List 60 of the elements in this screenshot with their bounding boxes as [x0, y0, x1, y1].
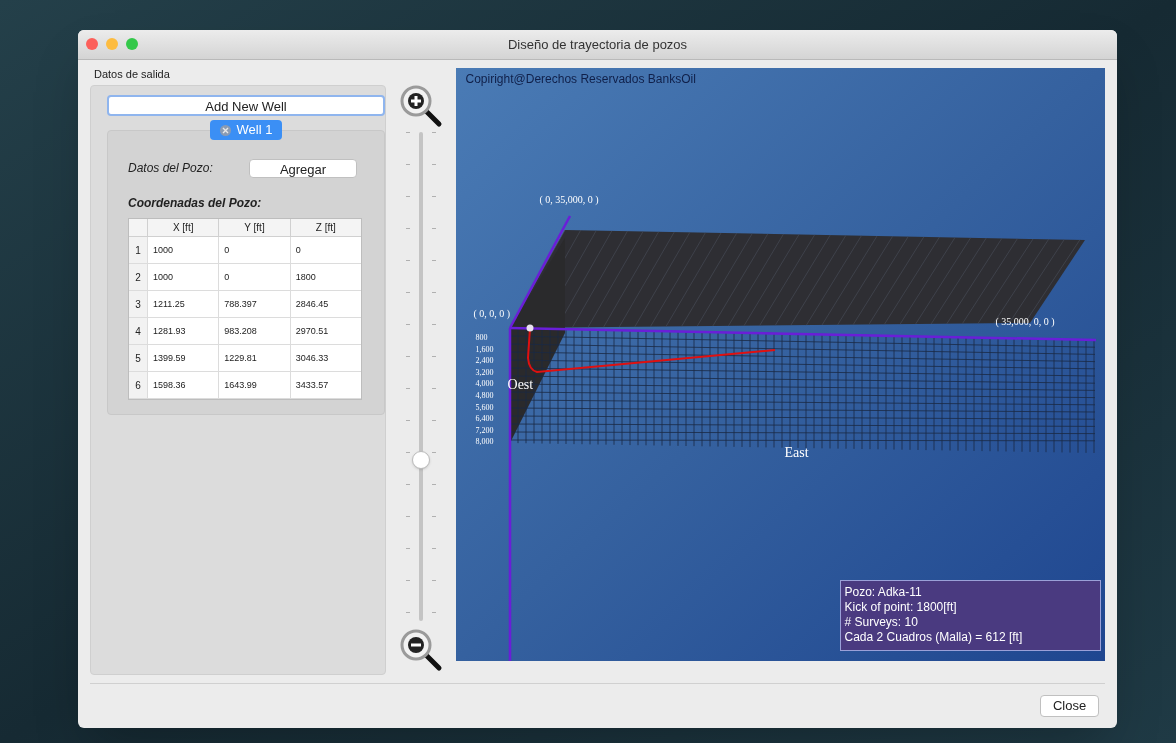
depth-label: 6,400 [475, 413, 494, 425]
window-title: Diseño de trayectoria de pozos [507, 35, 688, 54]
depth-label: 7,200 [475, 424, 494, 437]
table-cell: 0 [218, 264, 290, 290]
zoom-in-icon[interactable] [398, 84, 443, 128]
depth-label: 3,200 [475, 366, 494, 379]
table-cell: 1281.93 [147, 318, 219, 344]
table-cell: 983.208 [218, 318, 290, 344]
row-number: 4 [129, 318, 147, 344]
table-cell: 3433.57 [289, 372, 361, 398]
table-cell: 1229.81 [218, 345, 290, 371]
table-cell: 0 [289, 237, 361, 263]
table-cell: 0 [218, 237, 290, 263]
table-cell: 788.397 [218, 291, 290, 317]
depth-label: 4,000 [475, 378, 494, 390]
axis-label: ( 35,000, 0, 0 ) [995, 315, 1055, 329]
info-text: Cada 2 Cuadros (Malla) = 612 [ft] [844, 630, 1024, 645]
close-button[interactable]: Close [1040, 695, 1099, 717]
info-text: Kick of point: 1800[ft] [844, 600, 958, 615]
row-number: 3 [129, 291, 147, 317]
zoom-out-icon[interactable] [398, 628, 443, 672]
copyright-text: Copiright@Derechos Reservados BanksOil [465, 71, 696, 88]
close-window-icon[interactable] [86, 38, 98, 50]
info-text: # Surveys: 10 [844, 615, 919, 630]
depth-label: 4,800 [475, 389, 494, 402]
axis-label: ( 0, 35,000, 0 ) [539, 193, 599, 207]
well-data-label: Datos del Pozo: [128, 160, 214, 177]
table-cell: 1800 [289, 264, 361, 290]
wellhead-marker [526, 324, 533, 332]
table-cell: 3046.33 [289, 345, 361, 371]
table-cell: 1598.36 [147, 372, 219, 398]
table-cell: 1399.59 [147, 345, 219, 371]
zoom-window-icon[interactable] [126, 38, 138, 50]
depth-label: 2,400 [475, 355, 494, 367]
axis-label: ( 0, 0, 0 ) [473, 307, 511, 321]
column-header: Z [ft] [289, 219, 361, 236]
row-number: 1 [129, 237, 147, 263]
add-well-button[interactable]: Add New Well [107, 95, 385, 116]
table-cell: 2970.51 [289, 318, 361, 344]
coordinates-title: Coordenadas del Pozo: [128, 195, 263, 212]
depth-label: 1,600 [475, 343, 494, 356]
table-cell: 1211.25 [147, 291, 219, 317]
column-header: X [ft] [147, 219, 219, 236]
column-header: Y [ft] [218, 219, 290, 236]
table-cell: 1000 [147, 237, 219, 263]
table-cell: 1643.99 [218, 372, 290, 398]
table-cell: 2846.45 [289, 291, 361, 317]
east-label: East [784, 444, 809, 462]
depth-label: 8,000 [475, 436, 494, 448]
minimize-window-icon[interactable] [106, 38, 118, 50]
panel-title: Datos de salida [93, 67, 171, 82]
row-number: 5 [129, 345, 147, 371]
depth-label: 800 [475, 332, 489, 344]
slider-thumb[interactable] [411, 450, 430, 469]
table-cell: 1000 [147, 264, 219, 290]
close-tab-icon[interactable] [219, 124, 231, 136]
depth-label: 5,600 [475, 401, 494, 414]
row-number: 6 [129, 372, 147, 398]
info-text: Pozo: Adka-11 [844, 585, 923, 600]
row-number: 2 [129, 264, 147, 290]
